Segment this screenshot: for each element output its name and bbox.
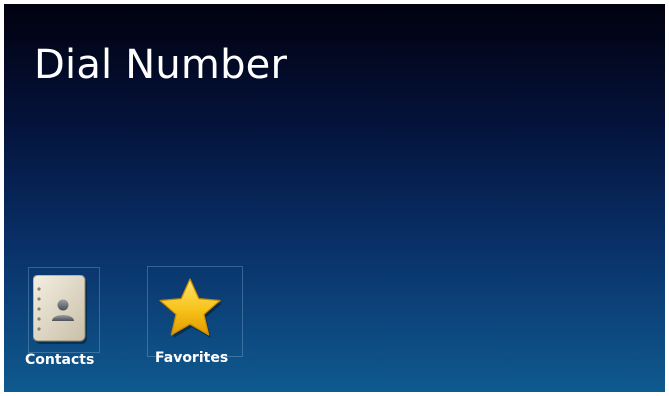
- contacts-label[interactable]: Contacts: [25, 352, 94, 368]
- dial-number-screen: Dial Number: [4, 4, 665, 392]
- address-book-icon: [33, 275, 87, 344]
- favorites-label[interactable]: Favorites: [155, 350, 228, 366]
- page-title: Dial Number: [34, 42, 288, 88]
- star-icon: [159, 278, 222, 338]
